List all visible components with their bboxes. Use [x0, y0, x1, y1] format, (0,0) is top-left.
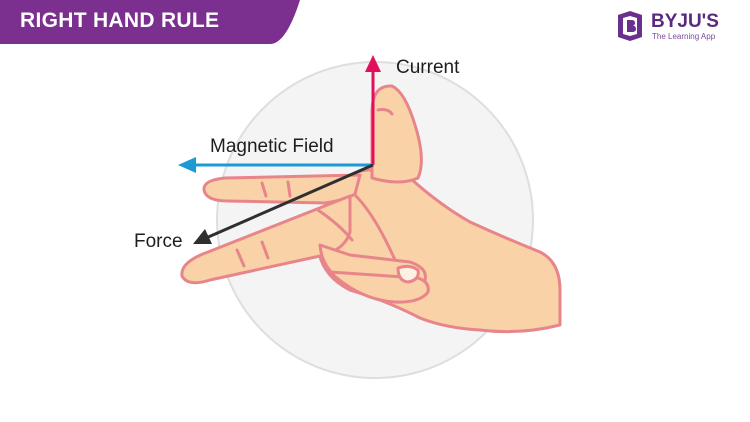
fingernail: [396, 264, 420, 284]
force-label: Force: [134, 231, 183, 252]
right-hand-diagram: [178, 55, 562, 379]
magnetic-field-label: Magnetic Field: [210, 136, 334, 157]
current-label: Current: [396, 57, 460, 78]
index-finger: [202, 173, 362, 205]
knuckle-crease: [286, 180, 292, 198]
